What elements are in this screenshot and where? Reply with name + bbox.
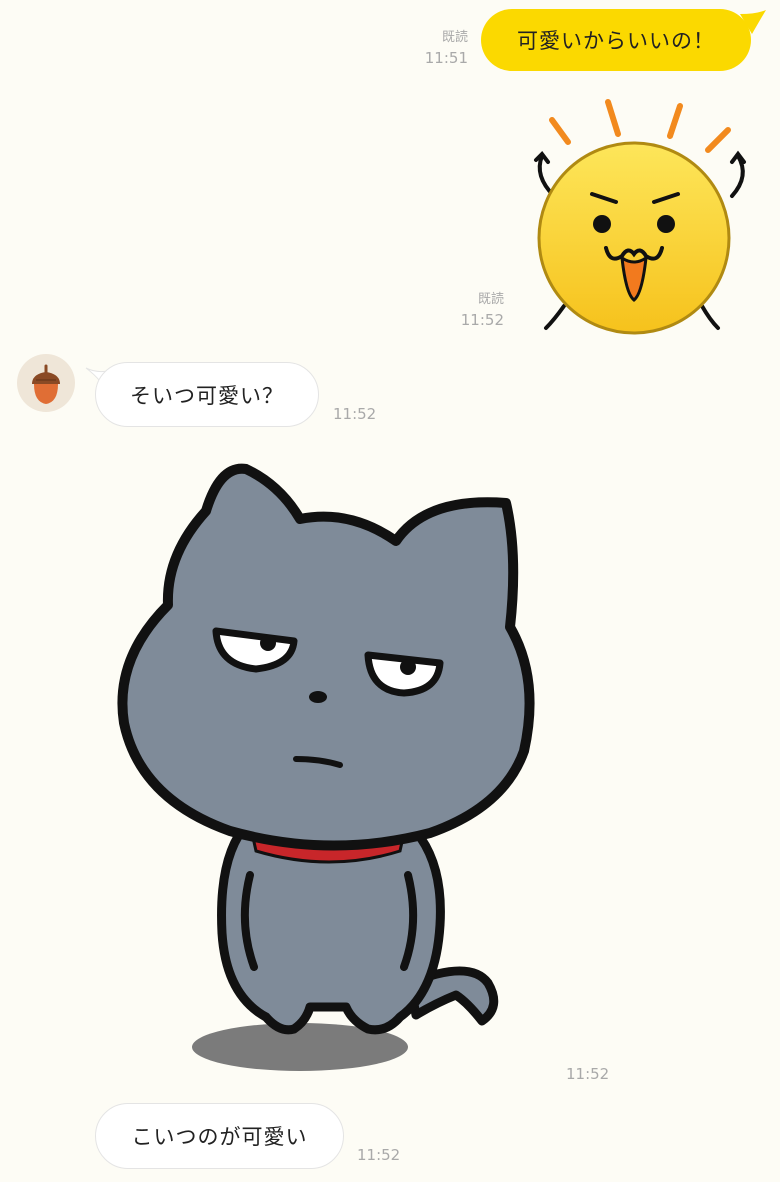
bubble-tail xyxy=(740,10,766,34)
message-meta: 既読 11:52 xyxy=(452,290,504,330)
acorn-icon xyxy=(32,364,60,404)
incoming-message-bubble[interactable]: こいつのが可愛い xyxy=(95,1103,344,1169)
timestamp: 11:52 xyxy=(566,1065,610,1083)
excited-yellow-face-sticker[interactable] xyxy=(524,96,764,336)
read-receipt: 既読 xyxy=(477,292,504,307)
read-receipt: 既読 xyxy=(441,30,468,45)
timestamp: 11:51 xyxy=(424,49,468,67)
incoming-message-bubble[interactable]: そいつ可愛い？ xyxy=(95,362,319,427)
message-meta: 既読 11:51 xyxy=(416,28,468,68)
message-text: そいつ可愛い？ xyxy=(130,383,284,408)
message-text: 可愛いからいいの！ xyxy=(517,29,715,53)
timestamp: 11:52 xyxy=(460,311,504,329)
outgoing-message-bubble[interactable]: 可愛いからいいの！ xyxy=(481,9,751,71)
contact-avatar[interactable] xyxy=(17,354,75,412)
timestamp: 11:52 xyxy=(333,405,377,423)
timestamp: 11:52 xyxy=(357,1146,401,1164)
message-text: こいつのが可愛い xyxy=(131,1125,308,1149)
grumpy-gray-cat-sticker[interactable] xyxy=(110,455,540,1080)
